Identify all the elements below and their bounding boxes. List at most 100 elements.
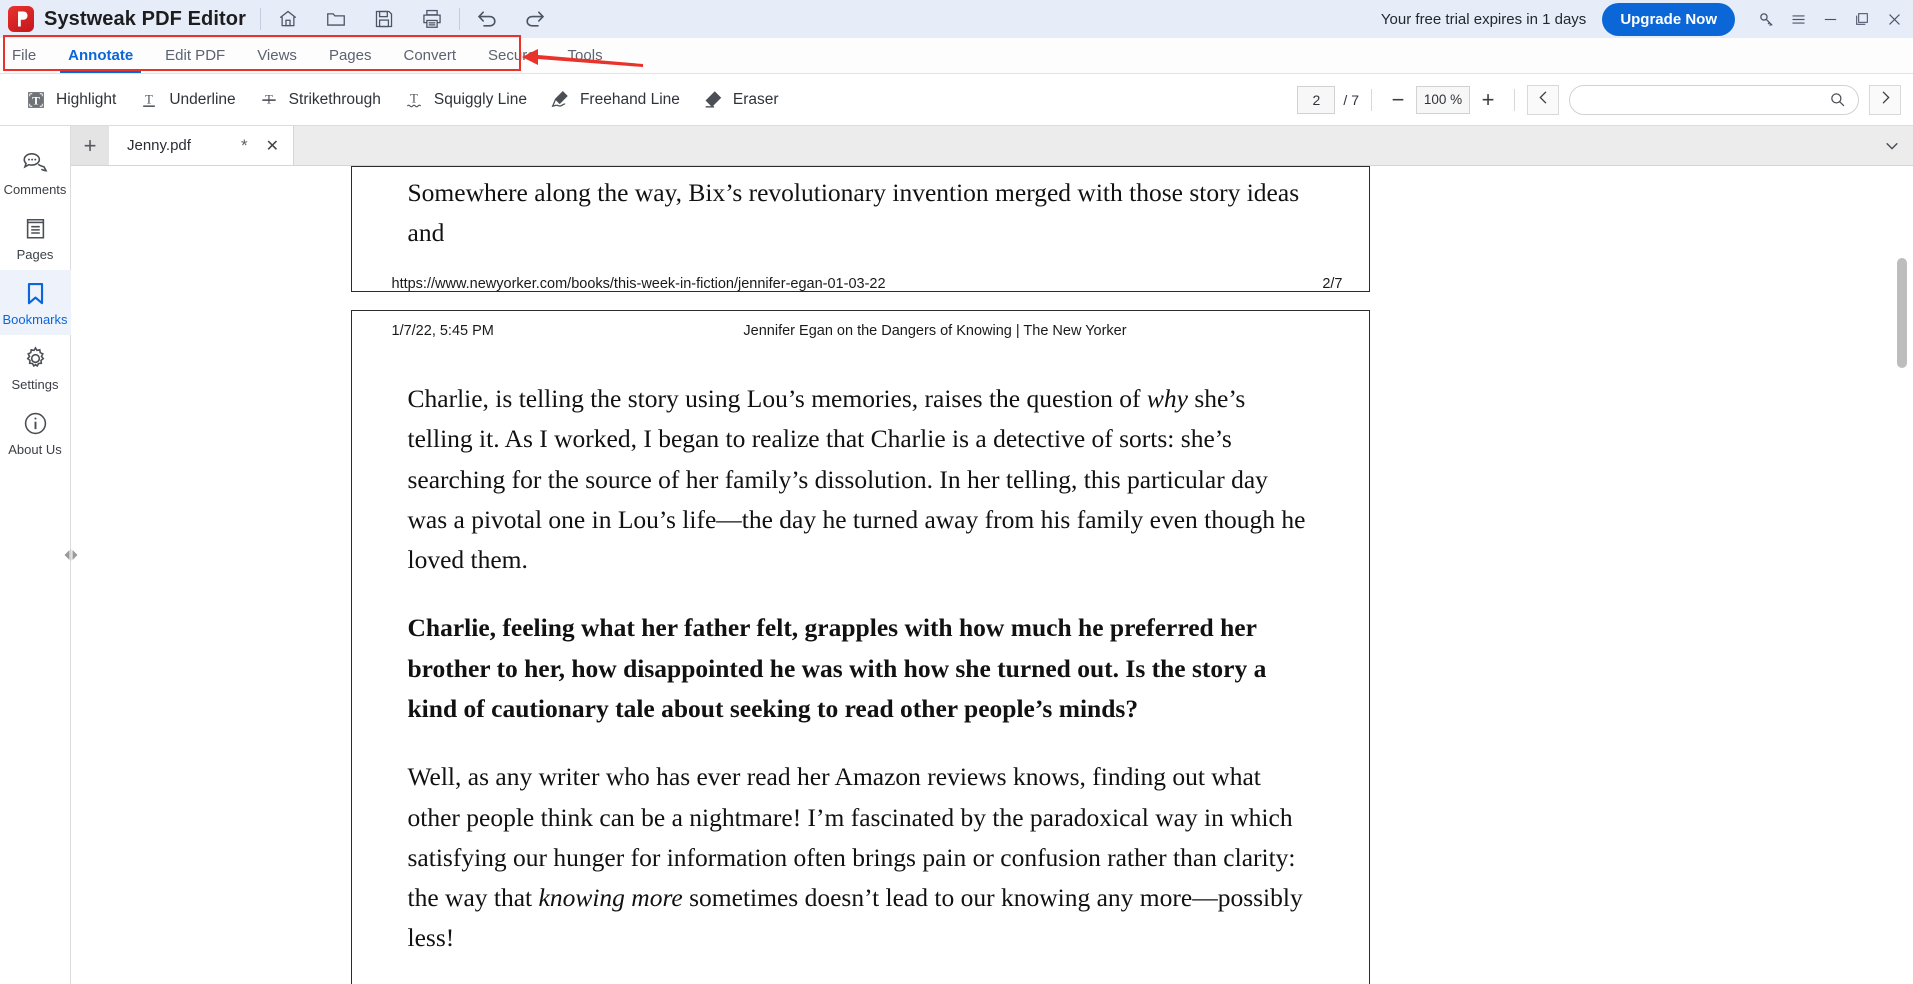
previous-page-button[interactable] (1527, 84, 1559, 115)
paragraph-1: Charlie, is telling the story using Lou’… (408, 379, 1313, 580)
collapse-panel-icon[interactable] (62, 546, 80, 564)
add-tab-icon[interactable]: + (71, 126, 109, 165)
divider (1514, 88, 1515, 111)
toolbar-divider-2 (458, 8, 460, 30)
tool-freehand-line[interactable]: Freehand Line (538, 85, 691, 115)
sidebar-item-bookmarks[interactable]: Bookmarks (0, 270, 71, 335)
chevron-left-icon (1535, 89, 1552, 111)
sidebar-item-comments[interactable]: Comments (0, 140, 71, 205)
search-box[interactable] (1569, 84, 1859, 115)
systweak-logo-icon (8, 6, 34, 32)
next-page-button[interactable] (1869, 84, 1901, 115)
tool-label: Strikethrough (288, 90, 381, 108)
pdf-viewer[interactable]: Somewhere along the way, Bix’s revolutio… (71, 166, 1913, 984)
history-toolbar (474, 6, 548, 32)
page-header: 1/7/22, 5:45 PM Jennifer Egan on the Dan… (352, 311, 1369, 339)
tool-label: Eraser (732, 90, 779, 108)
sidebar-item-label: Settings (11, 377, 59, 392)
eraser-icon (702, 89, 724, 111)
svg-text:T: T (410, 91, 418, 105)
header-timestamp: 1/7/22, 5:45 PM (391, 323, 494, 339)
tool-label: Squiggly Line (433, 90, 527, 108)
sidebar-item-about-us[interactable]: About Us (0, 400, 71, 465)
tab-bar-spacer (294, 126, 1871, 165)
menu-item-secure[interactable]: Secure (472, 38, 552, 73)
menu-item-annotate[interactable]: Annotate (52, 38, 149, 73)
window-controls (1757, 10, 1903, 28)
menu-label: Edit PDF (165, 47, 226, 64)
hamburger-menu-icon[interactable] (1789, 10, 1807, 28)
text-run: Charlie, is telling the story using Lou’… (407, 384, 1147, 413)
highlight-text-icon: T (25, 89, 47, 111)
document-tab-jenny-pdf[interactable]: Jenny.pdf * ✕ (109, 126, 294, 165)
menu-item-views[interactable]: Views (241, 38, 313, 73)
main-column: + Jenny.pdf * ✕ Somewhere along the way,… (71, 126, 1913, 984)
save-icon[interactable] (371, 6, 397, 32)
pencil-icon (549, 89, 571, 111)
search-icon[interactable] (1829, 91, 1846, 108)
minimize-icon[interactable] (1821, 10, 1839, 28)
key-icon[interactable] (1757, 10, 1775, 28)
menu-item-edit-pdf[interactable]: Edit PDF (149, 38, 241, 73)
tool-squiggly-line[interactable]: T Squiggly Line (392, 85, 538, 115)
search-input[interactable] (1584, 91, 1829, 108)
zoom-in-button[interactable]: + (1474, 86, 1502, 114)
sidebar-item-label: Pages (16, 247, 54, 262)
page-zoom-controls: 2 / 7 − 100 % + (1297, 84, 1913, 115)
maximize-icon[interactable] (1853, 10, 1871, 28)
menu-label: Convert (403, 47, 457, 64)
tool-label: Underline (169, 90, 236, 108)
zoom-out-button[interactable]: − (1384, 86, 1412, 114)
info-icon (22, 410, 49, 437)
menu-item-file[interactable]: File (0, 38, 52, 73)
sidebar-item-label: Bookmarks (2, 312, 68, 327)
gear-icon (22, 345, 49, 372)
toolbar-divider-1 (259, 8, 261, 30)
close-icon[interactable] (1885, 10, 1903, 28)
svg-text:T: T (265, 92, 273, 106)
chevron-right-icon (1877, 89, 1894, 111)
menu-item-tools[interactable]: Tools (552, 38, 619, 73)
document-tab-bar: + Jenny.pdf * ✕ (71, 126, 1913, 166)
svg-text:T: T (32, 94, 40, 107)
redo-icon[interactable] (522, 6, 548, 32)
tool-label: Freehand Line (579, 90, 680, 108)
pdf-page-column: Somewhere along the way, Bix’s revolutio… (239, 166, 1481, 984)
tool-eraser[interactable]: Eraser (691, 85, 790, 115)
tool-underline[interactable]: T Underline (127, 85, 246, 115)
quick-access-toolbar (275, 6, 445, 32)
sidebar-item-pages[interactable]: Pages (0, 205, 71, 270)
footer-page-number: 2/7 (1322, 275, 1343, 292)
vertical-scrollbar[interactable] (1897, 166, 1907, 984)
page-footer: https://www.newyorker.com/books/this-wee… (352, 275, 1369, 292)
underline-text-icon: T (138, 89, 160, 111)
page-body: Charlie, is telling the story using Lou’… (352, 353, 1369, 984)
menu-label: Secure (488, 47, 536, 64)
squiggly-text-icon: T (403, 89, 425, 111)
page-gap (239, 292, 1481, 310)
svg-text:T: T (145, 92, 153, 106)
page-number-input[interactable]: 2 (1297, 85, 1336, 114)
undo-icon[interactable] (474, 6, 500, 32)
scrollbar-thumb[interactable] (1897, 258, 1907, 368)
sidebar-item-settings[interactable]: Settings (0, 335, 71, 400)
menu-item-pages[interactable]: Pages (313, 38, 388, 73)
home-icon[interactable] (275, 6, 301, 32)
header-article-title: Jennifer Egan on the Dangers of Knowing … (743, 323, 1127, 339)
title-bar: Systweak PDF Editor Your free trial expi… (0, 0, 1913, 38)
print-icon[interactable] (419, 6, 445, 32)
chevron-down-icon[interactable] (1871, 126, 1913, 165)
tab-modified-indicator: * (240, 135, 248, 155)
tool-strikethrough[interactable]: T Strikethrough (247, 85, 392, 115)
upgrade-now-button[interactable]: Upgrade Now (1602, 2, 1735, 36)
pages-icon (22, 215, 49, 242)
tool-highlight[interactable]: T Highlight (14, 85, 127, 115)
close-tab-icon[interactable]: ✕ (262, 136, 283, 156)
menu-item-convert[interactable]: Convert (387, 38, 472, 73)
app-window: Systweak PDF Editor Your free trial expi… (0, 0, 1913, 984)
menu-label: Pages (328, 47, 372, 64)
open-folder-icon[interactable] (323, 6, 349, 32)
zoom-level-value[interactable]: 100 % (1416, 85, 1470, 114)
trial-status-text: Your free trial expires in 1 days (1380, 10, 1587, 28)
divider (1371, 88, 1372, 111)
